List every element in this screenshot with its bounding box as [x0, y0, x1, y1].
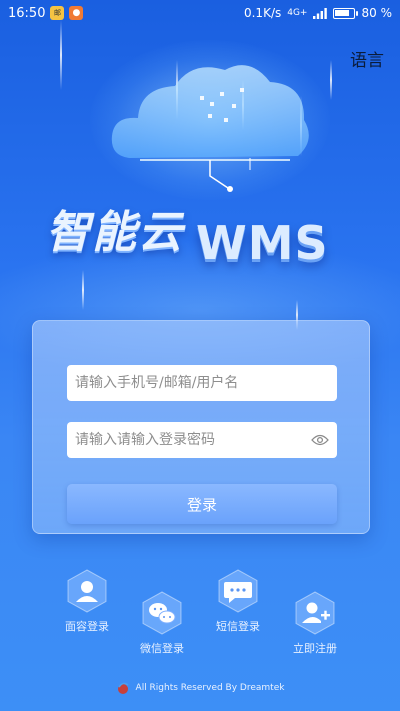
copyright-text: All Rights Reserved By Dreamtek	[135, 683, 285, 693]
signal-label: 4G+	[287, 8, 308, 18]
cloud-illustration	[111, 65, 309, 192]
sms-login-label: 短信登录	[216, 620, 260, 633]
wechat-login-button[interactable]: 微信登录	[127, 590, 197, 656]
show-password-icon[interactable]	[309, 429, 331, 451]
password-field	[67, 422, 337, 458]
username-input[interactable]	[67, 365, 337, 401]
register-button[interactable]: 立即注册	[280, 590, 350, 656]
status-bar: 16:50 邮 ● 0.1K/s 4G+ 80 %	[0, 0, 400, 26]
sms-icon	[215, 568, 261, 614]
notification-badge: 邮	[50, 6, 65, 20]
brand-name-cn: 智能云	[46, 207, 184, 258]
battery-icon	[333, 7, 359, 19]
face-login-button[interactable]: 面容登录	[52, 568, 122, 634]
brand-name-en: WMS	[196, 216, 329, 270]
brand-logo: 智能云 WMS	[46, 196, 376, 276]
login-card: 登录	[32, 320, 370, 534]
password-input[interactable]	[67, 422, 309, 458]
face-id-icon	[64, 568, 110, 614]
face-login-label: 面容登录	[65, 620, 109, 633]
add-user-icon	[292, 590, 338, 636]
network-speed: 0.1K/s	[243, 6, 282, 20]
sms-login-button[interactable]: 短信登录	[203, 568, 273, 634]
login-button[interactable]: 登录	[67, 484, 337, 524]
footer: All Rights Reserved By Dreamtek	[0, 680, 400, 696]
app-notification-icon: ●	[69, 6, 84, 20]
battery-percent: 80 %	[361, 6, 392, 20]
quick-actions: 面容登录 微信登录 短信登录 立即注册	[0, 568, 400, 658]
register-label: 立即注册	[293, 642, 337, 655]
wechat-login-label: 微信登录	[140, 642, 184, 655]
status-time: 16:50	[8, 5, 46, 21]
signal-strength-icon	[313, 7, 328, 19]
username-field	[67, 365, 337, 401]
wechat-icon	[139, 590, 185, 636]
dreamtek-logo-icon	[117, 682, 129, 694]
language-button[interactable]: 语言	[350, 46, 384, 71]
